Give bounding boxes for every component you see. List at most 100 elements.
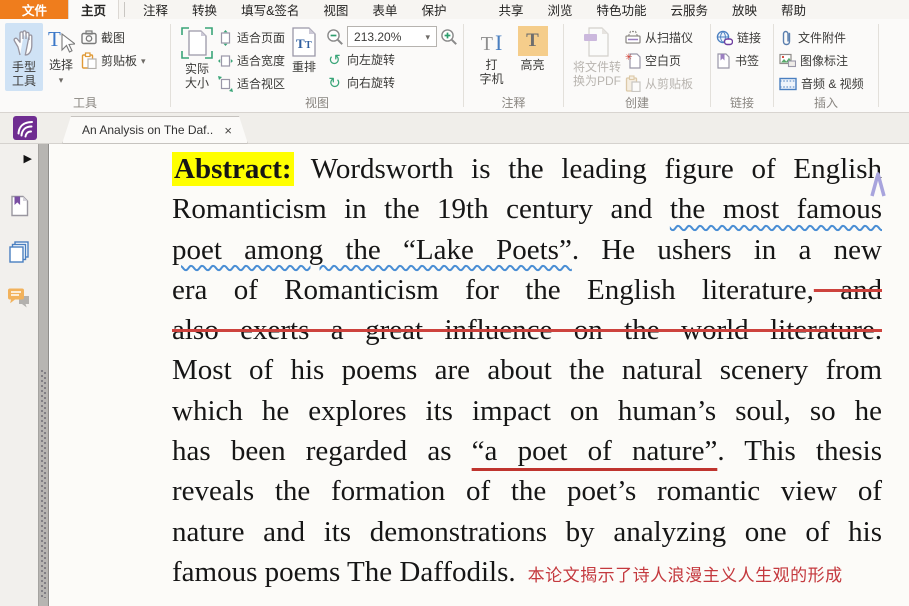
select-tool-label: 选择 — [49, 58, 73, 72]
zoom-out-button[interactable] — [326, 28, 344, 46]
typewriter-button[interactable]: TI 打 字机 — [475, 23, 507, 89]
clipboard-dropdown-icon: ▾ — [141, 57, 146, 65]
tab-fill-sign[interactable]: 填写&签名 — [229, 0, 311, 19]
typewriter-label-2: 字机 — [479, 72, 503, 86]
rotate-left-label: 向左旋转 — [347, 51, 395, 68]
audio-video-button[interactable]: 音频 & 视频 — [779, 72, 864, 95]
actual-size-button[interactable]: 实际 大小 — [176, 23, 218, 93]
document-tab-title: An Analysis on The Daf... — [82, 123, 214, 137]
svg-text:T: T — [296, 36, 305, 51]
typewriter-label-1: 打 — [485, 58, 497, 72]
comments-panel-icon[interactable] — [7, 287, 31, 309]
tab-view[interactable]: 视图 — [311, 0, 360, 19]
from-clipboard-button[interactable]: 从剪贴板 — [625, 72, 693, 95]
document-tab[interactable]: An Analysis on The Daf... × — [62, 116, 248, 144]
highlight-button[interactable]: T 高亮 — [514, 23, 552, 75]
insert-caret-icon — [870, 171, 886, 197]
group-label-create: 创建 — [564, 94, 710, 111]
from-scanner-button[interactable]: 从扫描仪 — [625, 26, 693, 49]
group-label-link: 链接 — [711, 94, 773, 111]
hand-icon — [9, 26, 39, 58]
text-line: also exerts a great influence on the wor… — [172, 310, 882, 350]
hand-tool-label-2: 工具 — [12, 74, 36, 88]
convert-to-pdf-label-1: 将文件转 — [573, 60, 621, 74]
close-tab-icon[interactable]: × — [224, 123, 232, 138]
screenshot-button[interactable]: 截图 — [81, 26, 146, 49]
rotate-left-button[interactable]: ↺ 向左旋转 — [326, 48, 458, 71]
actual-size-label-2: 大小 — [185, 76, 209, 90]
select-tool-button[interactable]: T 选择 ▾ — [43, 23, 79, 89]
text-line: poet among the “Lake Poets”. He ushers i… — [172, 230, 882, 270]
tab-convert[interactable]: 转换 — [180, 0, 229, 19]
group-link: 链接 书签 链接 — [711, 19, 773, 112]
select-cursor-icon: T — [47, 26, 75, 56]
fit-width-button[interactable]: 适合宽度 — [218, 49, 285, 72]
highlight-label: 高亮 — [520, 58, 544, 72]
underline-annotation: “a poet of nature” — [472, 435, 718, 467]
tab-browse[interactable]: 浏览 — [535, 0, 584, 19]
strikeout-annotation: and — [814, 274, 882, 306]
image-annotation-label: 图像标注 — [800, 52, 848, 69]
tab-form[interactable]: 表单 — [360, 0, 409, 19]
fit-width-icon — [218, 53, 233, 69]
file-attachment-button[interactable]: 文件附件 — [779, 26, 864, 49]
fit-page-button[interactable]: 适合页面 — [218, 26, 285, 49]
document-page[interactable]: Abstract: Wordsworth is the leading figu… — [50, 144, 909, 606]
text-line: Romanticism in the 19th century and the … — [172, 189, 882, 229]
document-tab-bar: An Analysis on The Daf... × — [0, 113, 909, 144]
typewriter-icon: TI — [481, 26, 503, 56]
zoom-level-value: 213.20% — [354, 30, 401, 44]
text-line: has been regarded as “a poet of nature”.… — [172, 431, 882, 471]
tab-file[interactable]: 文件 — [0, 0, 69, 19]
group-create: 将文件转 换为PDF 从扫描仪 ✳ 空白页 从剪贴板 — [564, 19, 710, 112]
rotate-right-button[interactable]: ↻ 向右旋转 — [326, 71, 458, 94]
bookmark-icon — [716, 53, 731, 69]
chinese-note-annotation: 本论文揭示了诗人浪漫主义人生观的形成 — [528, 566, 843, 585]
from-scanner-label: 从扫描仪 — [645, 29, 693, 46]
expand-panel-icon[interactable]: ▶ — [24, 152, 32, 165]
zoom-dropdown-icon: ▾ — [425, 33, 430, 41]
actual-size-label-1: 实际 — [185, 62, 209, 76]
squiggly-annotation: the most famous — [670, 193, 882, 225]
tab-cloud[interactable]: 云服务 — [659, 0, 721, 19]
pages-panel-icon[interactable] — [8, 241, 30, 263]
svg-text:T: T — [48, 27, 61, 51]
clipboard-button[interactable]: 剪贴板 ▾ — [81, 49, 146, 72]
group-label-insert: 插入 — [774, 94, 878, 111]
convert-to-pdf-button[interactable]: 将文件转 换为PDF — [569, 23, 625, 91]
tab-help[interactable]: 帮助 — [769, 0, 818, 19]
reflow-button[interactable]: TT 重排 — [285, 23, 323, 77]
text-line: famous poems The Daffodils.本论文揭示了诗人浪漫主义人… — [172, 552, 882, 596]
from-clipboard-label: 从剪贴板 — [645, 75, 693, 92]
tab-slideshow[interactable]: 放映 — [720, 0, 769, 19]
tab-comment[interactable]: 注释 — [131, 0, 180, 19]
image-annotation-button[interactable]: 图像标注 — [779, 49, 864, 72]
link-label: 链接 — [737, 29, 761, 46]
tab-share[interactable]: 共享 — [486, 0, 535, 19]
bookmarks-panel-icon[interactable] — [9, 195, 30, 217]
link-icon — [716, 30, 733, 46]
link-button[interactable]: 链接 — [716, 26, 761, 49]
svg-text:✳: ✳ — [625, 52, 633, 62]
tab-features[interactable]: 特色功能 — [584, 0, 658, 19]
group-comment: TI 打 字机 T 高亮 注释 — [464, 19, 563, 112]
zoom-in-button[interactable] — [440, 28, 458, 46]
convert-to-pdf-icon — [582, 26, 612, 58]
reflow-icon: TT — [289, 26, 319, 58]
fit-visible-icon — [218, 76, 233, 92]
tab-protect[interactable]: 保护 — [409, 0, 458, 19]
fit-page-icon — [218, 30, 233, 46]
blank-page-label: 空白页 — [645, 52, 681, 69]
blank-page-button[interactable]: ✳ 空白页 — [625, 49, 693, 72]
zoom-level-combobox[interactable]: 213.20% ▾ — [347, 26, 437, 47]
fit-visible-button[interactable]: 适合视区 — [218, 72, 285, 95]
fit-page-label: 适合页面 — [237, 29, 285, 46]
hand-tool-button[interactable]: 手型 工具 — [5, 23, 43, 91]
panel-splitter[interactable] — [38, 144, 49, 606]
text-line: which he explores its impact on human’s … — [172, 391, 882, 431]
bookmark-button[interactable]: 书签 — [716, 49, 761, 72]
tab-home[interactable]: 主页 — [69, 0, 118, 19]
group-label-comment: 注释 — [464, 94, 563, 111]
svg-text:T: T — [305, 40, 312, 51]
fit-visible-label: 适合视区 — [237, 75, 285, 92]
